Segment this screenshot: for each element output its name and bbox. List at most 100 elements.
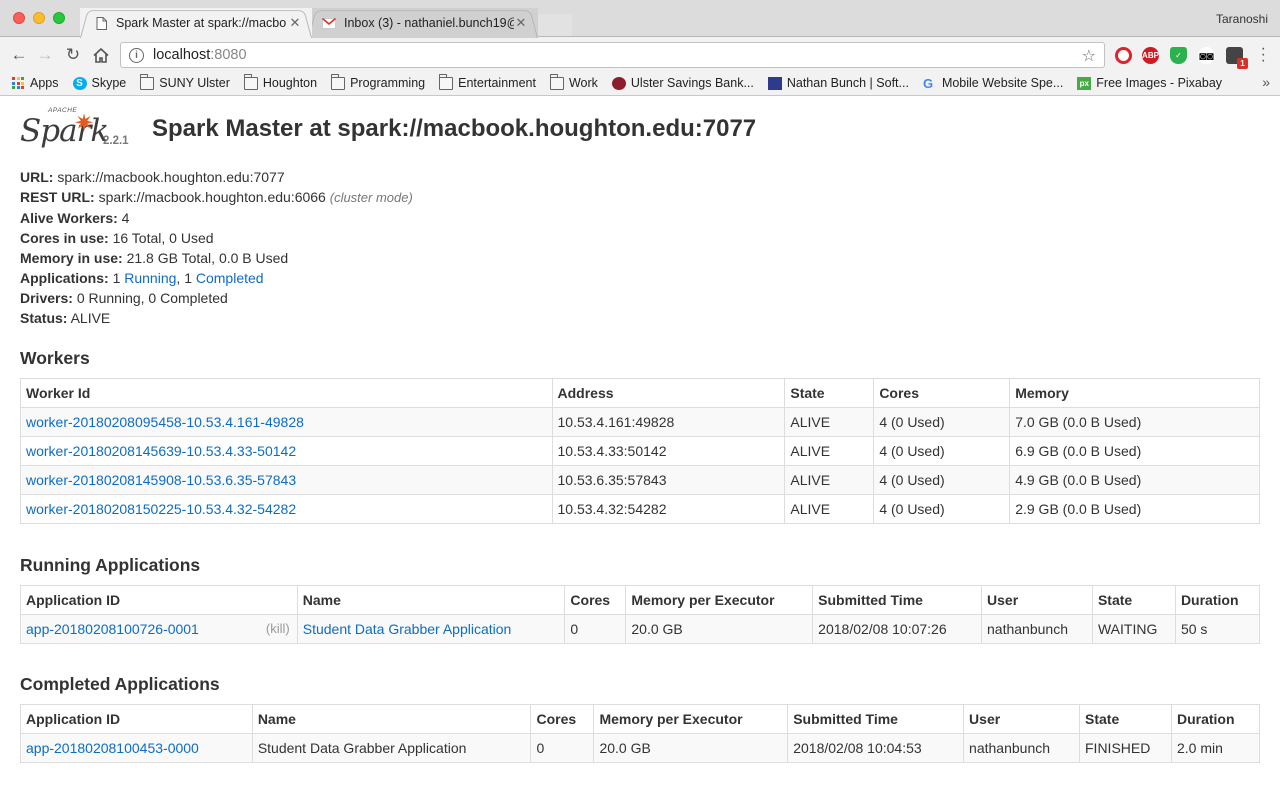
- tab-inbox[interactable]: Inbox (3) - nathaniel.bunch19@ ✕: [308, 8, 538, 38]
- summary-value: spark://macbook.houghton.edu:7077: [57, 169, 285, 185]
- table-cell: 0: [530, 733, 595, 763]
- column-header[interactable]: Submitted Time: [787, 704, 965, 734]
- close-tab-icon[interactable]: ✕: [288, 15, 302, 31]
- column-header[interactable]: State: [1091, 585, 1176, 615]
- table-cell: Student Data Grabber Application: [296, 614, 566, 644]
- app-link[interactable]: app-20180208100726-0001: [26, 621, 199, 637]
- column-header[interactable]: Cores: [564, 585, 627, 615]
- bookmark-mobile-website[interactable]: G Mobile Website Spe...: [923, 76, 1063, 90]
- running-apps-link[interactable]: Running: [124, 270, 176, 286]
- spark-logo[interactable]: APACHE Spark ✷ 2.2.1: [20, 107, 135, 152]
- summary-label: URL:: [20, 169, 54, 185]
- apps-grid-icon: [12, 77, 24, 89]
- column-header[interactable]: Application ID: [20, 585, 298, 615]
- back-arrow-icon[interactable]: ←: [8, 44, 30, 66]
- folder-icon: [549, 74, 564, 90]
- column-header[interactable]: Submitted Time: [812, 585, 983, 615]
- table-cell: 0: [564, 614, 627, 644]
- table-cell: 2.9 GB (0.0 B Used): [1009, 494, 1260, 524]
- bookmark-star-icon[interactable]: ☆: [1082, 46, 1096, 66]
- column-header[interactable]: Application ID: [20, 704, 253, 734]
- bookmark-programming[interactable]: Programming: [330, 74, 425, 90]
- completed-apps-link[interactable]: Completed: [196, 270, 264, 286]
- running-apps-table: Application ID Name Cores Memory per Exe…: [20, 585, 1261, 644]
- home-icon[interactable]: [90, 44, 112, 66]
- column-header[interactable]: Memory per Executor: [593, 704, 789, 734]
- site-icon: [767, 76, 782, 90]
- column-header[interactable]: Cores: [530, 704, 595, 734]
- summary-label: Memory in use:: [20, 250, 123, 266]
- column-header[interactable]: Memory per Executor: [625, 585, 814, 615]
- table-cell: 6.9 GB (0.0 B Used): [1009, 436, 1260, 466]
- tab-title: Spark Master at spark://macbo: [116, 16, 287, 30]
- app-link[interactable]: app-20180208100453-0000: [26, 740, 199, 756]
- close-tab-icon[interactable]: ✕: [514, 15, 528, 31]
- extension-badge: 1: [1237, 58, 1248, 69]
- column-header[interactable]: Address: [551, 378, 786, 408]
- worker-link[interactable]: worker-20180208145908-10.53.6.35-57843: [26, 472, 296, 488]
- column-header[interactable]: Duration: [1170, 704, 1261, 734]
- folder-icon: [438, 74, 454, 90]
- column-header[interactable]: State: [784, 378, 875, 408]
- bookmark-nathan-bunch[interactable]: Nathan Bunch | Soft...: [767, 76, 909, 90]
- tab-spark-master[interactable]: Spark Master at spark://macbo ✕: [80, 8, 312, 38]
- shield-icon[interactable]: ✓: [1170, 47, 1187, 64]
- app-name-link[interactable]: Student Data Grabber Application: [303, 621, 512, 637]
- bookmark-apps[interactable]: Apps: [12, 76, 59, 90]
- info-icon[interactable]: i: [129, 47, 144, 63]
- column-header[interactable]: User: [981, 585, 1093, 615]
- table-cell: 10.53.4.32:54282: [551, 494, 786, 524]
- opera-icon[interactable]: [1115, 47, 1132, 64]
- bookmark-ulster-savings[interactable]: Ulster Savings Bank...: [611, 76, 754, 90]
- bookmark-entertainment[interactable]: Entertainment: [438, 74, 536, 90]
- column-header[interactable]: Duration: [1174, 585, 1261, 615]
- running-apps-heading[interactable]: Running Applications: [20, 555, 1260, 576]
- column-header[interactable]: Memory: [1009, 378, 1260, 408]
- adblock-icon[interactable]: ABP: [1142, 47, 1159, 64]
- close-window-button[interactable]: [13, 12, 25, 24]
- worker-link[interactable]: worker-20180208145639-10.53.4.33-50142: [26, 443, 296, 459]
- forward-arrow-icon[interactable]: →: [34, 44, 56, 66]
- browser-chrome: Spark Master at spark://macbo ✕ Inbox (3…: [0, 0, 1280, 96]
- bookmark-houghton[interactable]: Houghton: [243, 74, 318, 90]
- column-header[interactable]: Worker Id: [20, 378, 553, 408]
- menu-icon[interactable]: · · ·: [1261, 41, 1266, 69]
- bookmark-skype[interactable]: S Skype: [72, 76, 126, 90]
- more-bookmarks-icon[interactable]: »: [1262, 74, 1270, 90]
- address-bar[interactable]: i localhost:8080 ☆: [120, 42, 1105, 68]
- workers-heading[interactable]: Workers: [20, 348, 1260, 369]
- worker-link[interactable]: worker-20180208095458-10.53.4.161-49828: [26, 414, 304, 430]
- reload-icon[interactable]: ↻: [62, 44, 84, 66]
- table-cell: worker-20180208150225-10.53.4.32-54282: [20, 494, 553, 524]
- spark-master-page: APACHE Spark ✷ 2.2.1 Spark Master at spa…: [0, 97, 1280, 800]
- new-tab-button[interactable]: [538, 14, 572, 36]
- completed-apps-heading[interactable]: Completed Applications: [20, 674, 1260, 695]
- logo-spark-text: Spark: [20, 113, 109, 149]
- zoom-window-button[interactable]: [53, 12, 65, 24]
- worker-link[interactable]: worker-20180208150225-10.53.4.32-54282: [26, 501, 296, 517]
- bookmark-work[interactable]: Work: [549, 74, 598, 90]
- column-header[interactable]: User: [963, 704, 1080, 734]
- bookmark-pixabay[interactable]: px Free Images - Pixabay: [1077, 76, 1222, 90]
- column-header[interactable]: Name: [251, 704, 532, 734]
- table-cell: FINISHED: [1079, 733, 1172, 763]
- column-header[interactable]: Name: [296, 585, 566, 615]
- disguise-icon[interactable]: ◙◙: [1198, 47, 1215, 64]
- table-row: app-20180208100453-0000 Student Data Gra…: [20, 733, 1261, 763]
- kill-link[interactable]: (kill): [266, 621, 290, 636]
- bookmark-label: Houghton: [262, 76, 318, 90]
- table-cell: Student Data Grabber Application: [251, 733, 532, 763]
- bookmark-suny-ulster[interactable]: SUNY Ulster: [139, 74, 230, 90]
- table-cell: WAITING: [1091, 614, 1176, 644]
- profile-name[interactable]: Taranoshi: [1216, 12, 1268, 26]
- table-cell: 2018/02/08 10:04:53: [787, 733, 965, 763]
- table-cell: 2.0 min: [1170, 733, 1261, 763]
- table-cell: app-20180208100453-0000: [20, 733, 253, 763]
- column-header[interactable]: State: [1079, 704, 1172, 734]
- summary-status: Status: ALIVE: [20, 308, 1260, 328]
- column-header[interactable]: Cores: [873, 378, 1011, 408]
- minimize-window-button[interactable]: [33, 12, 45, 24]
- table-cell: 4 (0 Used): [873, 494, 1011, 524]
- bookmark-label: Mobile Website Spe...: [941, 76, 1064, 90]
- extension-icon[interactable]: 1: [1226, 47, 1248, 69]
